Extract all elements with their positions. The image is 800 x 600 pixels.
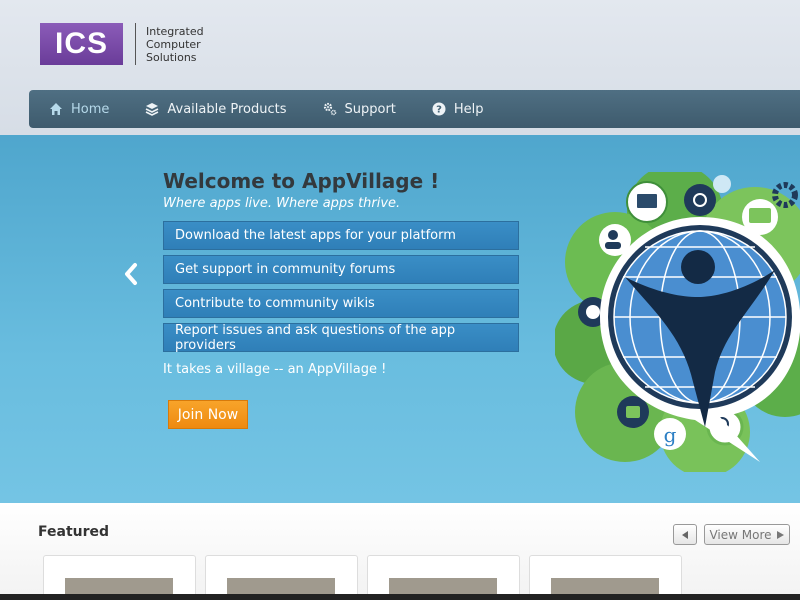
logo-line-3: Solutions xyxy=(146,50,197,64)
hero-subtitle: Where apps live. Where apps thrive. xyxy=(163,196,401,211)
page-header: ICS Integrated Computer Solutions Home A… xyxy=(0,0,800,135)
layers-icon xyxy=(145,102,159,116)
logo-line-1: Integrated xyxy=(146,24,204,38)
home-icon xyxy=(49,102,63,116)
hero-tagline: It takes a village -- an AppVillage ! xyxy=(163,362,387,377)
feature-download[interactable]: Download the latest apps for your platfo… xyxy=(163,221,519,250)
logo-line-2: Computer xyxy=(146,37,201,51)
nav-label-available-products: Available Products xyxy=(167,101,287,117)
feature-report-issues[interactable]: Report issues and ask questions of the a… xyxy=(163,323,519,353)
logo-abbreviation: ICS xyxy=(40,23,123,65)
join-now-button[interactable]: Join Now xyxy=(168,400,248,429)
svg-text:?: ? xyxy=(436,105,442,116)
appvillage-illustration: g xyxy=(555,172,800,472)
folder-icon xyxy=(637,194,657,208)
nav-item-available-products[interactable]: Available Products xyxy=(145,101,287,117)
hero-banner: Welcome to AppVillage ! Where apps live.… xyxy=(0,135,800,503)
hero-title: Welcome to AppVillage ! xyxy=(163,169,440,193)
view-more-button[interactable]: View More xyxy=(704,524,790,545)
logo-text: Integrated Computer Solutions xyxy=(146,25,204,64)
view-more-label: View More xyxy=(709,527,772,542)
svg-text:g: g xyxy=(664,423,677,447)
nav-label-home: Home xyxy=(71,101,110,117)
nav-item-home[interactable]: Home xyxy=(49,102,109,117)
main-nav: Home Available Products Support ? Help xyxy=(29,90,800,128)
featured-section: Featured View More xyxy=(0,503,800,600)
logo-divider xyxy=(135,23,136,65)
featured-title: Featured xyxy=(38,524,110,540)
nav-item-help[interactable]: ? Help xyxy=(432,102,484,117)
triangle-left-icon xyxy=(680,525,690,544)
gears-icon xyxy=(323,102,337,116)
feature-list: Download the latest apps for your platfo… xyxy=(163,221,519,357)
feature-wikis[interactable]: Contribute to community wikis xyxy=(163,289,519,318)
help-icon: ? xyxy=(432,102,446,116)
bottom-edge xyxy=(0,594,800,600)
triangle-right-icon xyxy=(776,530,785,540)
ics-logo[interactable]: ICS Integrated Computer Solutions xyxy=(40,23,204,65)
chevron-left-icon[interactable] xyxy=(122,262,140,286)
nav-label-help: Help xyxy=(453,101,484,117)
nav-label-support: Support xyxy=(344,101,396,117)
nav-item-support[interactable]: Support xyxy=(323,102,396,117)
featured-prev-button[interactable] xyxy=(673,524,697,545)
feature-support[interactable]: Get support in community forums xyxy=(163,255,519,284)
